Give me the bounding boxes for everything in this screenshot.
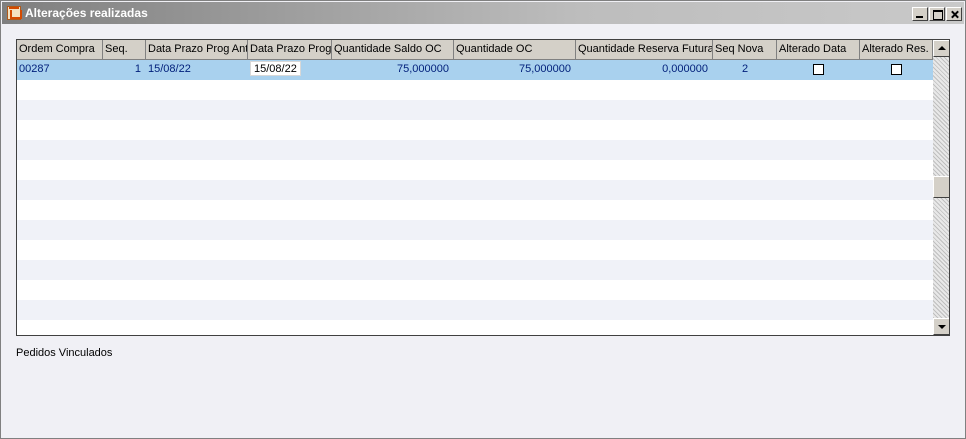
data-prazo-prog-editor[interactable]: 15/08/22 (250, 61, 301, 76)
empty-row[interactable] (17, 200, 933, 220)
column-header-seq-nova[interactable]: Seq Nova (713, 40, 777, 60)
column-header-quantidade-saldo-oc[interactable]: Quantidade Saldo OC (332, 40, 454, 60)
empty-row[interactable] (17, 140, 933, 160)
window-title: Alterações realizadas (25, 6, 148, 20)
table-row[interactable]: 00287 1 15/08/22 15/08/22 75,000000 75,0… (17, 60, 933, 80)
vertical-scrollbar[interactable] (933, 40, 949, 335)
empty-row[interactable] (17, 320, 933, 335)
empty-row[interactable] (17, 260, 933, 280)
scroll-thumb[interactable] (933, 176, 949, 198)
cell-alterado-data[interactable] (777, 60, 860, 80)
cell-data-prazo-prog-ant[interactable]: 15/08/22 (146, 60, 248, 80)
empty-row[interactable] (17, 180, 933, 200)
column-header-quantidade-oc[interactable]: Quantidade OC (454, 40, 576, 60)
cell-quantidade-saldo-oc[interactable]: 75,000000 (332, 60, 454, 80)
empty-row[interactable] (17, 240, 933, 260)
cell-seq[interactable]: 1 (103, 60, 146, 80)
alteracoes-grid: Ordem Compra Seq. Data Prazo Prog Ant Da… (16, 39, 950, 336)
empty-row[interactable] (17, 300, 933, 320)
close-button[interactable] (946, 7, 962, 21)
alterado-data-checkbox[interactable] (813, 64, 824, 75)
empty-row[interactable] (17, 160, 933, 180)
empty-row[interactable] (17, 80, 933, 100)
column-header-data-prazo-prog-ant[interactable]: Data Prazo Prog Ant (146, 40, 248, 60)
column-header-data-prazo-prog[interactable]: Data Prazo Prog (248, 40, 332, 60)
alterado-res-checkbox[interactable] (891, 64, 902, 75)
empty-row[interactable] (17, 120, 933, 140)
empty-row[interactable] (17, 280, 933, 300)
grid-header: Ordem Compra Seq. Data Prazo Prog Ant Da… (17, 40, 933, 60)
cell-quantidade-oc[interactable]: 75,000000 (454, 60, 576, 80)
cell-data-prazo-prog[interactable]: 15/08/22 (248, 60, 332, 80)
cell-alterado-res[interactable] (860, 60, 933, 80)
column-header-ordem-compra[interactable]: Ordem Compra (17, 40, 103, 60)
cell-seq-nova[interactable]: 2 (713, 60, 777, 80)
column-header-alterado-res[interactable]: Alterado Res. (860, 40, 933, 60)
column-header-seq[interactable]: Seq. (103, 40, 146, 60)
alteracoes-window: Alterações realizadas Ordem Compra Seq. … (0, 0, 966, 439)
title-bar[interactable]: Alterações realizadas (2, 2, 964, 24)
cell-ordem-compra[interactable]: 00287 (17, 60, 103, 80)
scroll-up-button[interactable] (933, 40, 949, 57)
maximize-button[interactable] (929, 7, 945, 21)
cell-quantidade-reserva-futura[interactable]: 0,000000 (576, 60, 713, 80)
grid-rows: 00287 1 15/08/22 15/08/22 75,000000 75,0… (17, 60, 933, 335)
minimize-button[interactable] (912, 7, 928, 21)
empty-row[interactable] (17, 100, 933, 120)
scroll-down-button[interactable] (933, 318, 949, 335)
app-house-icon (7, 6, 22, 20)
column-header-alterado-data[interactable]: Alterado Data (777, 40, 860, 60)
pedidos-vinculados-label: Pedidos Vinculados (16, 347, 113, 359)
column-header-quantidade-reserva-futura[interactable]: Quantidade Reserva Futura (576, 40, 713, 60)
empty-row[interactable] (17, 220, 933, 240)
